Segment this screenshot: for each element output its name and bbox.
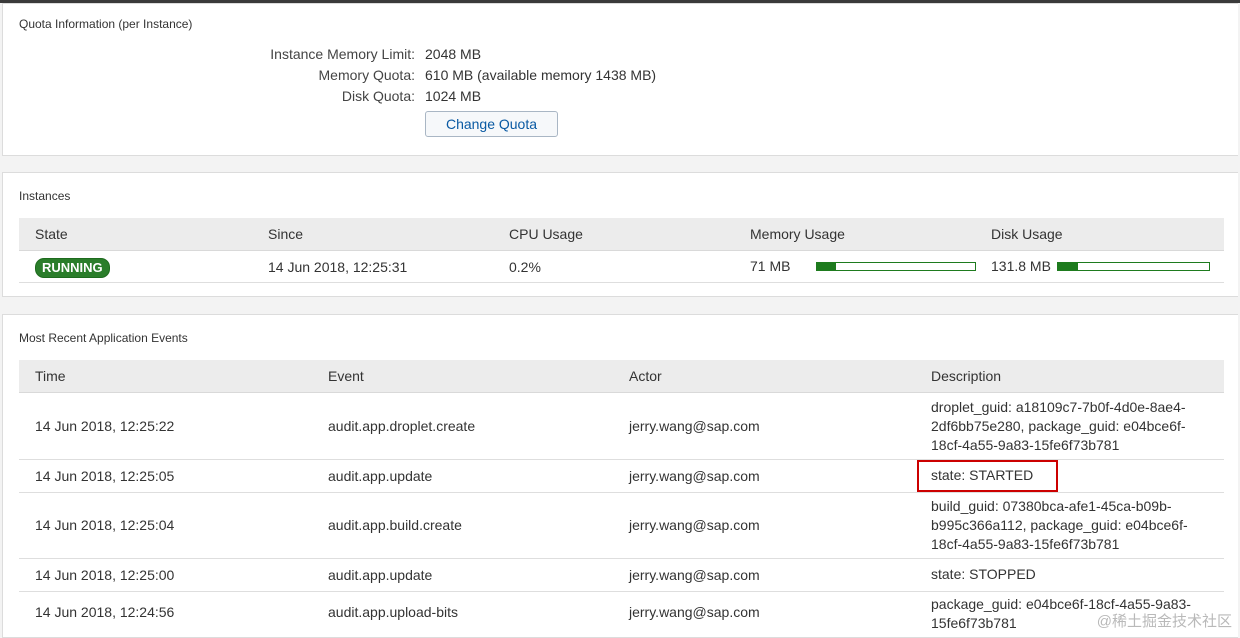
column-header-since[interactable]: Since	[268, 226, 303, 242]
events-panel-title: Most Recent Application Events	[19, 331, 188, 345]
instance-disk: 131.8 MB	[991, 258, 1051, 274]
event-row: 14 Jun 2018, 12:25:05 audit.app.update j…	[19, 460, 1224, 493]
event-row: 14 Jun 2018, 12:25:00 audit.app.update j…	[19, 559, 1224, 592]
description-line: b995c366a112, package_guid: e04bce6f-	[931, 517, 1188, 533]
column-header-disk[interactable]: Disk Usage	[991, 226, 1063, 242]
instance-row: RUNNING 14 Jun 2018, 12:25:31 0.2% 71 MB…	[19, 251, 1224, 283]
memory-quota-value: 610 MB (available memory 1438 MB)	[425, 67, 657, 83]
description-line: 18cf-4a55-9a83-15fe6f73b781	[931, 437, 1120, 453]
column-header-event[interactable]: Event	[328, 368, 364, 384]
instance-cpu: 0.2%	[509, 259, 541, 275]
column-header-memory[interactable]: Memory Usage	[750, 226, 845, 242]
instances-table-header: State Since CPU Usage Memory Usage Disk …	[19, 218, 1224, 251]
column-header-description[interactable]: Description	[931, 368, 1001, 384]
column-header-actor[interactable]: Actor	[629, 368, 662, 384]
event-name: audit.app.update	[328, 567, 433, 583]
watermark: @稀土掘金技术社区	[1096, 613, 1232, 630]
disk-usage-fill	[1058, 263, 1078, 270]
event-name: audit.app.update	[328, 468, 433, 484]
column-header-time[interactable]: Time	[35, 368, 66, 384]
event-row: 14 Jun 2018, 12:25:04 audit.app.build.cr…	[19, 493, 1224, 559]
description-line: 2df6bb75e280, package_guid: e04bce6f-	[931, 418, 1186, 434]
memory-usage-bar	[816, 262, 976, 271]
event-row: 14 Jun 2018, 12:25:22 audit.app.droplet.…	[19, 393, 1224, 460]
disk-quota-value: 1024 MB	[425, 88, 482, 104]
description-line: droplet_guid: a18109c7-7b0f-4d0e-8ae4-	[931, 399, 1186, 415]
memory-usage-fill	[817, 263, 836, 270]
instances-panel-title: Instances	[19, 189, 71, 203]
event-actor: jerry.wang@sap.com	[629, 567, 760, 583]
event-actor: jerry.wang@sap.com	[629, 517, 760, 533]
description-line: build_guid: 07380bca-afe1-45ca-b09b-	[931, 498, 1172, 514]
memory-limit-value: 2048 MB	[425, 46, 482, 62]
description-line: state: STOPPED	[931, 566, 1036, 582]
instance-memory: 71 MB	[750, 258, 791, 274]
state-badge: RUNNING	[35, 258, 110, 278]
quota-panel: Quota Information (per Instance) Instanc…	[2, 3, 1238, 156]
memory-quota-label: Memory Quota:	[318, 67, 415, 83]
event-name: audit.app.droplet.create	[328, 418, 476, 434]
event-description: droplet_guid: a18109c7-7b0f-4d0e-8ae4- 2…	[931, 398, 1186, 455]
event-name: audit.app.upload-bits	[328, 604, 458, 620]
memory-limit-label: Instance Memory Limit:	[270, 46, 415, 62]
event-actor: jerry.wang@sap.com	[629, 604, 760, 620]
event-time: 14 Jun 2018, 12:25:04	[35, 517, 175, 533]
event-time: 14 Jun 2018, 12:25:22	[35, 418, 175, 434]
event-time: 14 Jun 2018, 12:25:00	[35, 567, 175, 583]
event-time: 14 Jun 2018, 12:24:56	[35, 604, 175, 620]
event-description: build_guid: 07380bca-afe1-45ca-b09b- b99…	[931, 497, 1188, 554]
event-description: state: STOPPED	[931, 565, 1036, 584]
description-line: 18cf-4a55-9a83-15fe6f73b781	[931, 536, 1120, 552]
event-row: 14 Jun 2018, 12:24:56 audit.app.upload-b…	[19, 592, 1224, 638]
column-header-state[interactable]: State	[35, 226, 68, 242]
disk-quota-label: Disk Quota:	[341, 88, 415, 104]
quota-panel-title: Quota Information (per Instance)	[19, 17, 193, 31]
disk-usage-bar	[1057, 262, 1210, 271]
event-actor: jerry.wang@sap.com	[629, 468, 760, 484]
events-table-header: Time Event Actor Description	[19, 360, 1224, 393]
event-time: 14 Jun 2018, 12:25:05	[35, 468, 175, 484]
event-name: audit.app.build.create	[328, 517, 462, 533]
instances-panel: Instances State Since CPU Usage Memory U…	[2, 172, 1238, 297]
instance-since: 14 Jun 2018, 12:25:31	[268, 259, 408, 275]
column-header-cpu[interactable]: CPU Usage	[509, 226, 583, 242]
events-panel: Most Recent Application Events Time Even…	[2, 314, 1238, 638]
highlight-box	[917, 460, 1058, 492]
change-quota-button[interactable]: Change Quota	[425, 111, 558, 137]
event-actor: jerry.wang@sap.com	[629, 418, 760, 434]
